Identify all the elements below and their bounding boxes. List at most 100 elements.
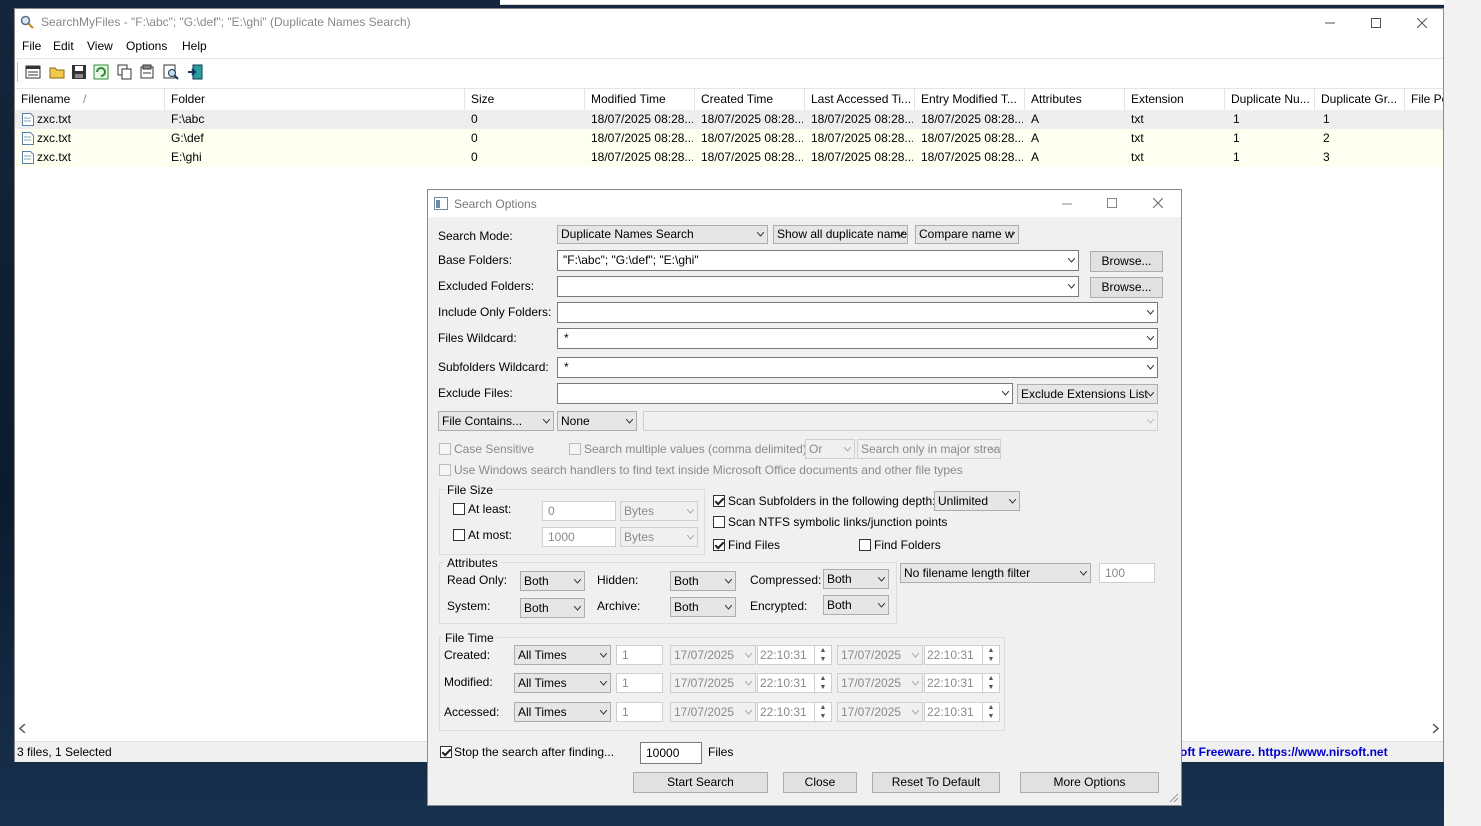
find-button[interactable] [161, 62, 181, 82]
search-mode-select[interactable]: Duplicate Names Search [557, 225, 768, 244]
table-row[interactable]: zxc.txt G:\def 0 18/07/2025 08:28... 18/… [15, 129, 1443, 148]
windows-handlers-checkbox[interactable] [439, 464, 451, 476]
files-wildcard-input[interactable]: * [557, 328, 1158, 349]
exclude-files-input[interactable] [557, 383, 1013, 404]
scroll-left-icon[interactable] [19, 724, 27, 733]
close-dialog-button[interactable]: Close [783, 772, 857, 793]
accessed-from-date[interactable]: 17/07/2025 [670, 702, 756, 722]
col-modified-time[interactable]: Modified Time [585, 89, 695, 111]
compare-mode-select[interactable]: Compare name w [915, 225, 1019, 244]
base-folders-input[interactable]: "F:\abc"; "G:\def"; "E:\ghi" [557, 250, 1079, 271]
col-attributes[interactable]: Attributes [1025, 89, 1125, 111]
system-select[interactable]: Both [520, 598, 585, 618]
created-from-date[interactable]: 17/07/2025 [670, 645, 756, 665]
spinner-icon[interactable]: ▲ ▼ [814, 674, 831, 694]
col-last-accessed[interactable]: Last Accessed Ti... [805, 89, 915, 111]
modified-to-date[interactable]: 17/07/2025 [837, 673, 923, 693]
scroll-right-icon[interactable] [1431, 724, 1439, 733]
find-folders-checkbox[interactable] [859, 539, 871, 551]
col-entry-modified[interactable]: Entry Modified T... [915, 89, 1025, 111]
dialog-titlebar[interactable]: Search Options [428, 190, 1181, 217]
at-least-unit-select[interactable]: Bytes [620, 501, 698, 521]
accessed-to-time[interactable]: 22:10:31 ▲ ▼ [924, 702, 1000, 723]
major-streams-select[interactable]: Search only in major strea [857, 439, 1001, 459]
col-duplicate-number[interactable]: Duplicate Nu... [1225, 89, 1315, 111]
col-created-time[interactable]: Created Time [695, 89, 805, 111]
refresh-button[interactable] [91, 62, 111, 82]
created-from-time[interactable]: 22:10:31 ▲ ▼ [757, 645, 832, 666]
dialog-maximize-icon[interactable] [1107, 198, 1117, 208]
spinner-icon[interactable]: ▲ ▼ [814, 646, 831, 666]
accessed-from-time[interactable]: 22:10:31 ▲ ▼ [757, 702, 832, 723]
find-files-checkbox[interactable] [713, 539, 725, 551]
depth-select[interactable]: Unlimited [934, 491, 1020, 511]
at-most-input[interactable]: 1000 [542, 527, 616, 547]
more-options-button[interactable]: More Options [1020, 772, 1159, 793]
archive-select[interactable]: Both [670, 597, 736, 617]
scan-ntfs-checkbox[interactable] [713, 516, 725, 528]
main-titlebar[interactable]: SearchMyFiles - "F:\abc"; "G:\def"; "E:\… [15, 9, 1443, 37]
menu-view[interactable]: View [87, 39, 113, 53]
menu-edit[interactable]: Edit [53, 39, 74, 53]
filename-length-select[interactable]: No filename length filter [900, 563, 1091, 583]
browse-excluded-button[interactable]: Browse... [1090, 277, 1163, 298]
dialog-minimize-icon[interactable] [1062, 203, 1072, 205]
properties-button[interactable] [137, 62, 157, 82]
read-only-select[interactable]: Both [520, 571, 585, 591]
col-folder[interactable]: Folder [165, 89, 465, 111]
created-count-input[interactable]: 1 [616, 645, 663, 665]
col-extension[interactable]: Extension [1125, 89, 1225, 111]
duplicate-mode-select[interactable]: Show all duplicate name [773, 225, 908, 244]
scan-subfolders-checkbox[interactable] [713, 495, 725, 507]
search-multiple-checkbox[interactable] [569, 443, 581, 455]
start-search-button[interactable]: Start Search [633, 772, 768, 793]
hidden-select[interactable]: Both [670, 571, 736, 591]
spinner-icon[interactable]: ▲ ▼ [982, 703, 999, 723]
col-filename[interactable]: Filename / [15, 89, 165, 111]
modified-count-input[interactable]: 1 [616, 673, 663, 693]
modified-range-select[interactable]: All Times [514, 673, 611, 693]
modified-from-time[interactable]: 22:10:31 ▲ ▼ [757, 673, 832, 694]
created-range-select[interactable]: All Times [514, 645, 611, 665]
table-row[interactable]: zxc.txt E:\ghi 0 18/07/2025 08:28... 18/… [15, 148, 1443, 167]
modified-from-date[interactable]: 17/07/2025 [670, 673, 756, 693]
minimize-button[interactable] [1307, 9, 1353, 37]
stop-search-checkbox[interactable] [440, 746, 452, 758]
compressed-select[interactable]: Both [823, 569, 889, 589]
copy-button[interactable] [115, 62, 135, 82]
exit-button[interactable] [185, 62, 205, 82]
at-least-checkbox[interactable] [453, 503, 465, 515]
spinner-icon[interactable]: ▲ ▼ [814, 703, 831, 723]
menu-file[interactable]: File [22, 39, 41, 53]
created-to-time[interactable]: 22:10:31 ▲ ▼ [924, 645, 1000, 666]
spinner-icon[interactable]: ▲ ▼ [982, 674, 999, 694]
col-size[interactable]: Size [465, 89, 585, 111]
close-button[interactable] [1399, 9, 1445, 37]
case-sensitive-checkbox[interactable] [439, 443, 451, 455]
dialog-close-icon[interactable] [1153, 198, 1163, 208]
maximize-button[interactable] [1353, 9, 1399, 37]
resize-grip-icon[interactable] [1168, 792, 1179, 803]
contains-mode-select[interactable]: None [557, 411, 637, 431]
include-only-input[interactable] [557, 302, 1158, 323]
at-least-input[interactable]: 0 [542, 501, 616, 521]
accessed-range-select[interactable]: All Times [514, 702, 611, 722]
stop-count-input[interactable]: 10000 [640, 742, 702, 764]
col-file-position[interactable]: File Po [1405, 89, 1443, 111]
created-to-date[interactable]: 17/07/2025 [837, 645, 923, 665]
open-folder-button[interactable] [47, 62, 67, 82]
file-contains-select[interactable]: File Contains... [438, 411, 554, 431]
menu-help[interactable]: Help [182, 39, 207, 53]
reset-default-button[interactable]: Reset To Default [872, 772, 1000, 793]
exclude-extensions-select[interactable]: Exclude Extensions List [1017, 384, 1158, 404]
search-options-button[interactable] [23, 62, 43, 82]
browse-base-button[interactable]: Browse... [1090, 251, 1163, 272]
at-most-unit-select[interactable]: Bytes [620, 527, 698, 547]
subfolders-wildcard-input[interactable]: * [557, 357, 1158, 378]
col-duplicate-group[interactable]: Duplicate Gr... [1315, 89, 1405, 111]
save-button[interactable] [69, 62, 89, 82]
excluded-folders-input[interactable] [557, 276, 1079, 297]
at-most-checkbox[interactable] [453, 529, 465, 541]
table-row[interactable]: zxc.txt F:\abc 0 18/07/2025 08:28... 18/… [15, 110, 1443, 129]
nirsoft-link[interactable]: oft Freeware. https://www.nirsoft.net [1180, 745, 1388, 759]
